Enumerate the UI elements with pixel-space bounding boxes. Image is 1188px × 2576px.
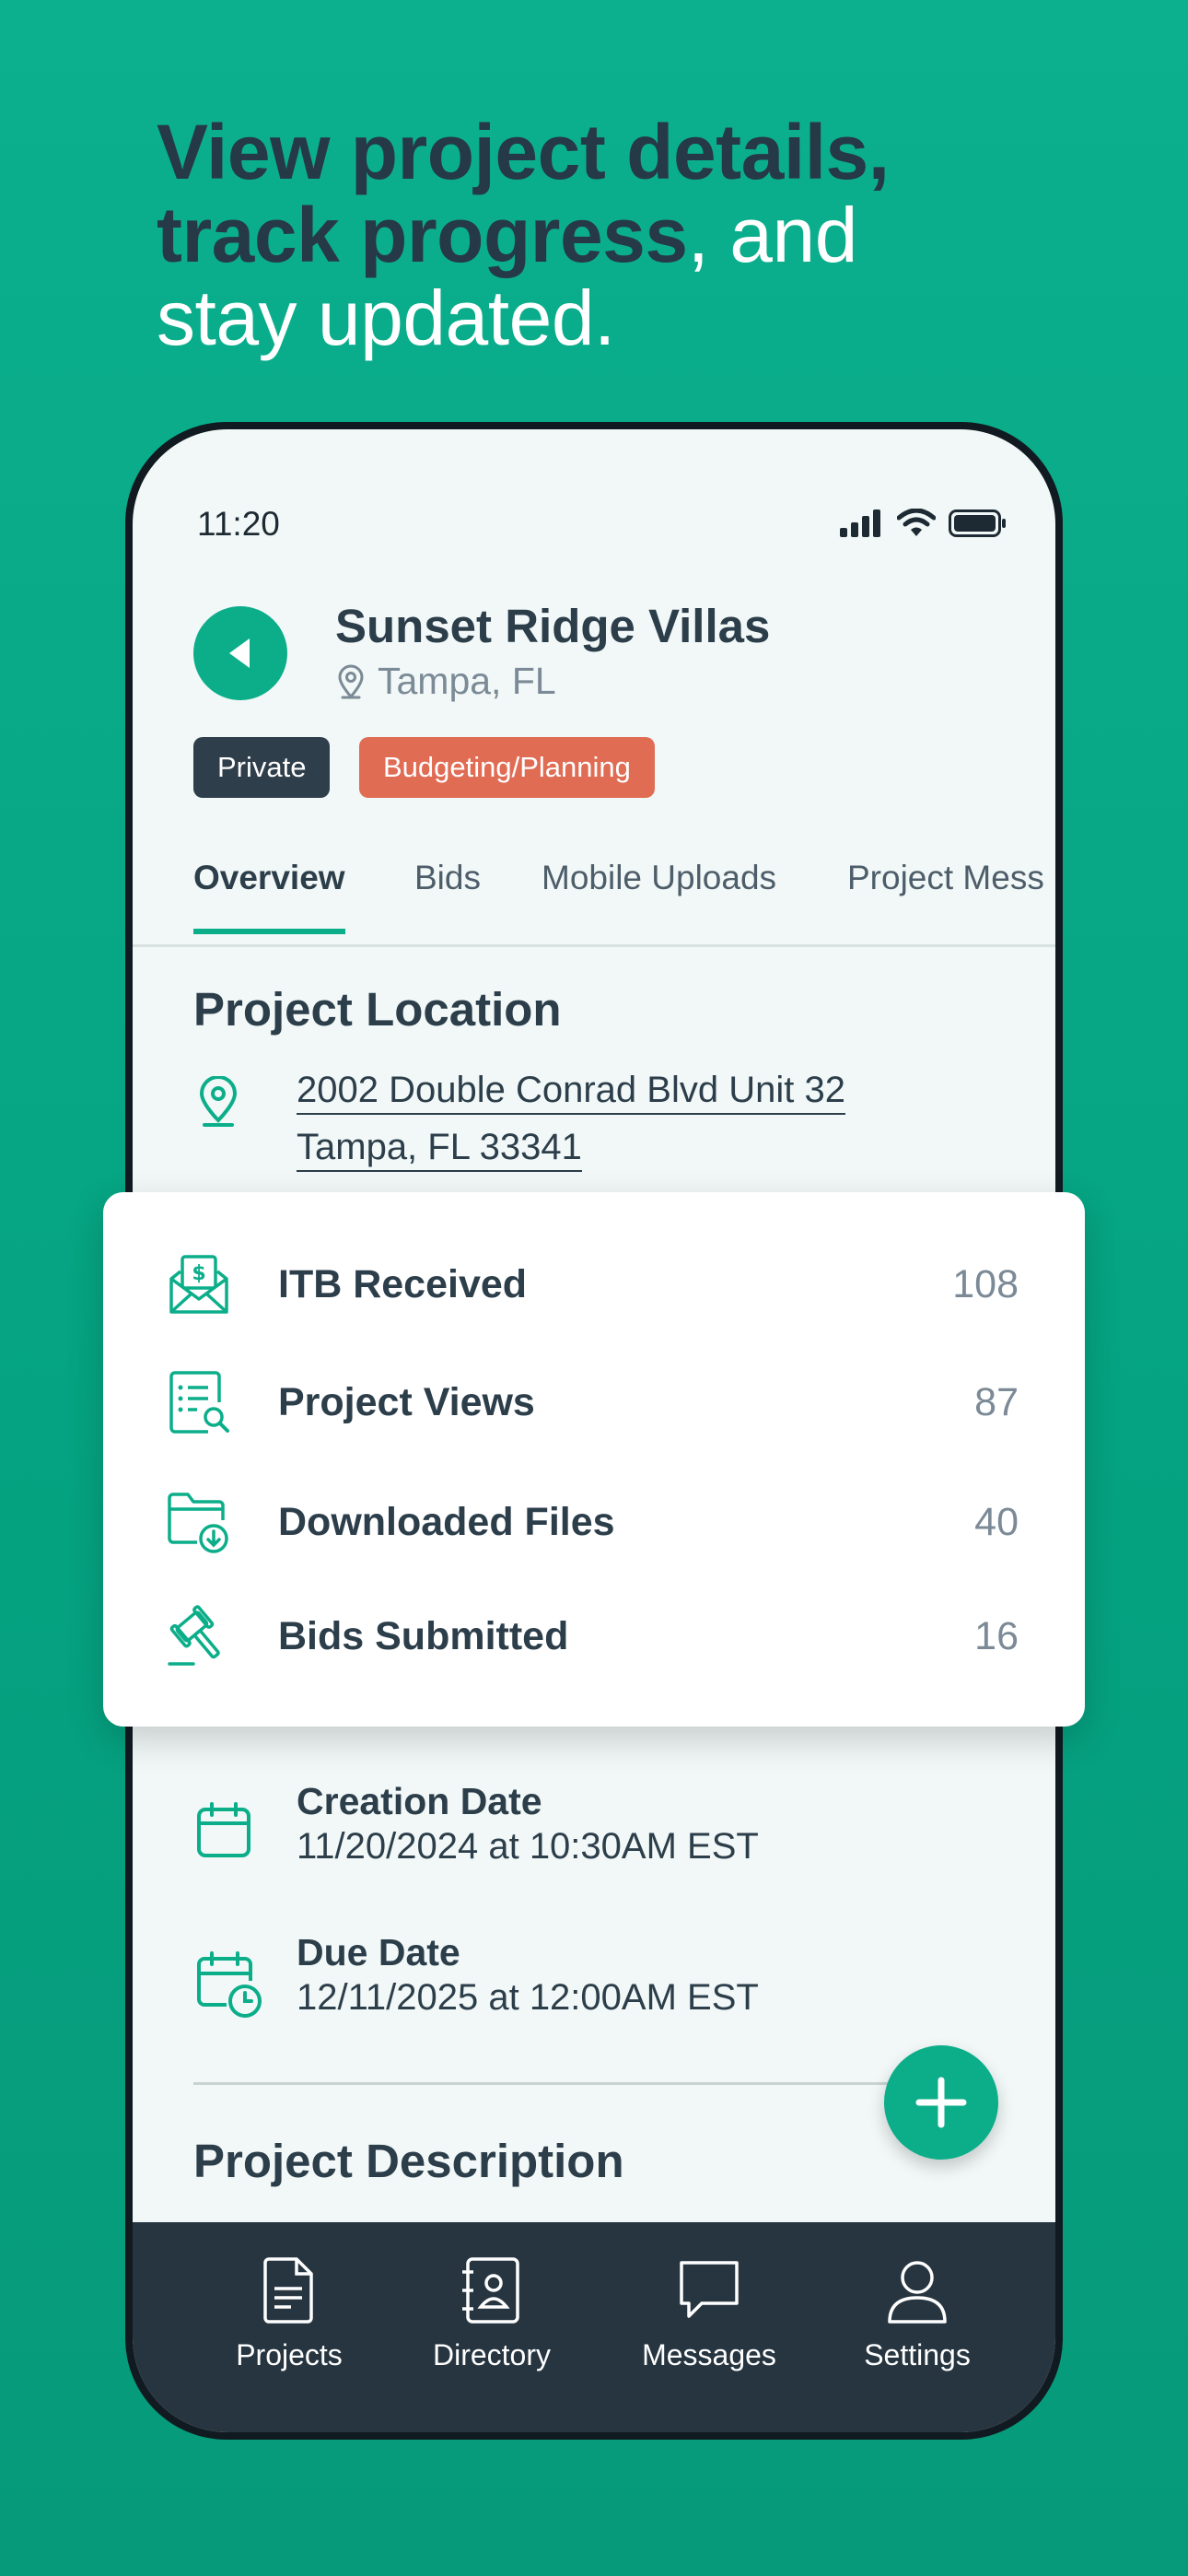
- svg-text:$: $: [192, 1262, 205, 1285]
- stat-row-project-views: Project Views 87: [103, 1356, 1085, 1448]
- stat-value: 108: [952, 1261, 1019, 1306]
- stat-row-bids-submitted: Bids Submitted 16: [103, 1590, 1085, 1682]
- nav-projects[interactable]: Projects: [197, 2255, 381, 2372]
- due-date-value: 12/11/2025 at 12:00AM EST: [297, 1977, 759, 2018]
- visibility-badge: Private: [193, 737, 331, 798]
- stat-value: 40: [974, 1499, 1019, 1544]
- chat-bubble-icon: [680, 2261, 739, 2318]
- project-stats-card: $ ITB Received 108 Project Views 87 Down…: [103, 1192, 1085, 1727]
- status-icons: [840, 509, 1007, 538]
- stat-row-itb-received: $ ITB Received 108: [103, 1238, 1085, 1330]
- stat-label: Downloaded Files: [278, 1499, 615, 1544]
- nav-messages[interactable]: Messages: [617, 2255, 801, 2372]
- location-pin-icon: [199, 1076, 238, 1127]
- tab-overview[interactable]: Overview: [193, 859, 345, 934]
- marketing-headline: View project details, track progress, an…: [157, 111, 1124, 359]
- stat-label: ITB Received: [278, 1261, 528, 1306]
- nav-messages-label: Messages: [642, 2338, 776, 2371]
- nav-directory[interactable]: Directory: [400, 2255, 584, 2372]
- project-city: Tampa, FL: [337, 660, 556, 703]
- project-description-title: Project Description: [193, 2135, 624, 2187]
- stat-label: Bids Submitted: [278, 1613, 569, 1658]
- folder-download-icon: [168, 1493, 228, 1553]
- nav-settings-label: Settings: [864, 2338, 971, 2371]
- document-icon: [263, 2257, 313, 2324]
- project-title: Sunset Ridge Villas: [335, 600, 771, 652]
- add-button[interactable]: [884, 2045, 998, 2160]
- stat-label: Project Views: [278, 1379, 535, 1424]
- calendar-clock-icon: [197, 1951, 262, 2018]
- address-line-1: 2002 Double Conrad Blvd Unit 32: [297, 1067, 845, 1115]
- address-line-2: Tampa, FL 33341: [297, 1124, 582, 1172]
- nav-projects-label: Projects: [236, 2338, 343, 2371]
- user-icon: [888, 2261, 947, 2324]
- tab-project-messages[interactable]: Project Mess: [847, 859, 1044, 929]
- map-pin-icon: [338, 664, 364, 698]
- headline-line-3: stay updated.: [157, 275, 615, 361]
- project-location-title: Project Location: [193, 983, 562, 1036]
- gavel-icon: [168, 1605, 220, 1666]
- stat-value: 16: [974, 1613, 1019, 1658]
- signal-icon: [840, 509, 880, 537]
- creation-date-label: Creation Date: [297, 1780, 542, 1822]
- nav-settings[interactable]: Settings: [825, 2255, 1009, 2372]
- headline-line-2-bold: track progress: [157, 192, 688, 278]
- stage-badge: Budgeting/Planning: [359, 737, 655, 798]
- headline-line-1: View project details,: [157, 109, 890, 195]
- tab-bids[interactable]: Bids: [414, 859, 481, 929]
- back-arrow-icon: [229, 638, 250, 668]
- calendar-icon: [197, 1802, 250, 1857]
- project-address-link[interactable]: 2002 Double Conrad Blvd Unit 32 Tampa, F…: [297, 1061, 845, 1176]
- due-date-label: Due Date: [297, 1931, 460, 1973]
- nav-directory-label: Directory: [432, 2338, 551, 2371]
- wifi-icon: [897, 509, 936, 536]
- envelope-dollar-icon: $: [169, 1255, 228, 1314]
- tab-mobile-uploads[interactable]: Mobile Uploads: [542, 859, 776, 929]
- headline-line-2-light: , and: [687, 192, 858, 278]
- section-divider: [193, 2082, 961, 2085]
- stat-value: 87: [974, 1379, 1019, 1424]
- plus-icon: [915, 2077, 967, 2128]
- contact-book-icon: [462, 2257, 519, 2324]
- tab-bar: Overview Bids Mobile Uploads Project Mes…: [133, 859, 1055, 947]
- bottom-navigation: Projects Directory Messages Settings: [133, 2222, 1055, 2432]
- back-button[interactable]: [193, 606, 287, 700]
- project-city-label: Tampa, FL: [378, 660, 556, 702]
- battery-icon: [949, 509, 1006, 537]
- status-time: 11:20: [197, 505, 280, 543]
- stat-row-downloaded-files: Downloaded Files 40: [103, 1476, 1085, 1568]
- document-search-icon: [169, 1371, 229, 1434]
- creation-date-value: 11/20/2024 at 10:30AM EST: [297, 1826, 759, 1867]
